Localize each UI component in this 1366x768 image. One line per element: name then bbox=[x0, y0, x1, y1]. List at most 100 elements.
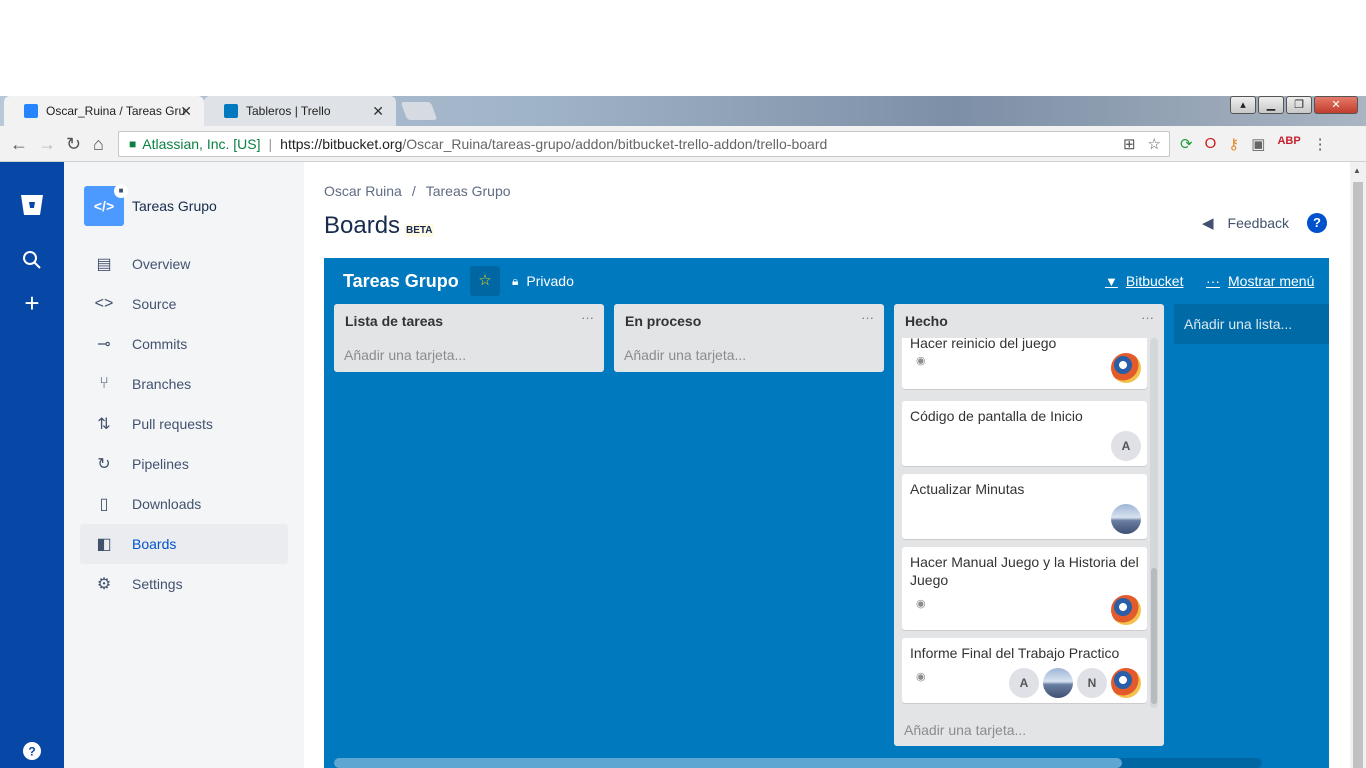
downloads-icon: ▯ bbox=[99, 496, 109, 513]
show-menu-link[interactable]: ··· Mostrar menú bbox=[1206, 273, 1314, 289]
member-avatar[interactable] bbox=[1043, 668, 1073, 698]
home-icon[interactable]: ⌂ bbox=[93, 134, 104, 155]
breadcrumb-owner[interactable]: Oscar Ruina bbox=[324, 183, 402, 199]
list-scrollbar-thumb[interactable] bbox=[1151, 568, 1157, 704]
back-arrow-icon[interactable]: ← bbox=[10, 134, 28, 155]
svg-text:?: ? bbox=[28, 745, 35, 759]
sidebar-item-label: Boards bbox=[132, 536, 177, 552]
card-codigo-pantalla[interactable]: Código de pantalla de Inicio A bbox=[902, 401, 1147, 466]
reload-icon[interactable]: ↻ bbox=[66, 134, 81, 155]
bitbucket-favicon-icon bbox=[24, 104, 38, 118]
search-icon[interactable] bbox=[0, 250, 64, 276]
boards-icon: ◧ bbox=[96, 536, 112, 553]
desktop-background bbox=[0, 0, 1366, 96]
adblock-icon[interactable]: ABP bbox=[1277, 135, 1300, 153]
close-tab-icon[interactable]: ✕ bbox=[180, 103, 192, 120]
breadcrumb-repo[interactable]: Tareas Grupo bbox=[426, 183, 511, 199]
bitbucket-icon: ▼ bbox=[1105, 273, 1118, 289]
list-menu-icon[interactable]: ··· bbox=[581, 310, 594, 325]
forward-arrow-icon[interactable]: → bbox=[38, 134, 56, 155]
help-button[interactable]: ? bbox=[1307, 213, 1327, 233]
sidebar-item-downloads[interactable]: ▯ Downloads bbox=[80, 484, 288, 524]
sidebar-item-settings[interactable]: ⚙ Settings bbox=[80, 564, 288, 604]
list-menu-icon[interactable]: ··· bbox=[1141, 310, 1154, 325]
browser-tab-bitbucket[interactable]: Oscar_Ruina / Tareas Grupo ✕ bbox=[4, 96, 204, 126]
member-avatar[interactable]: A bbox=[1009, 668, 1039, 698]
settings-icon: ⚙ bbox=[96, 576, 112, 593]
sidebar-item-commits[interactable]: ⊸ Commits bbox=[80, 324, 288, 364]
member-avatar[interactable]: A bbox=[1111, 431, 1141, 461]
card-container: Hacer reinicio del juego ◉ Código de pan… bbox=[894, 338, 1164, 712]
card-actualizar-minutas[interactable]: Actualizar Minutas bbox=[902, 474, 1147, 539]
add-card-button[interactable]: Añadir una tarjeta... bbox=[624, 347, 746, 363]
feedback-button[interactable]: ◀ Feedback bbox=[1202, 214, 1289, 232]
user-icon[interactable]: ▴ bbox=[1230, 96, 1256, 114]
shopping-bag-icon[interactable]: ▣ bbox=[1251, 135, 1265, 153]
member-avatar[interactable] bbox=[1111, 504, 1141, 534]
board-name[interactable]: Tareas Grupo bbox=[343, 271, 459, 292]
help-icon[interactable]: ? bbox=[0, 740, 64, 766]
page-scrollbar[interactable]: ▲ bbox=[1350, 162, 1366, 768]
member-avatar[interactable]: N bbox=[1077, 668, 1107, 698]
minimize-button[interactable]: ▁ bbox=[1258, 96, 1284, 114]
overview-icon: ▤ bbox=[96, 256, 112, 273]
browser-tab-trello[interactable]: Tableros | Trello ✕ bbox=[204, 96, 396, 126]
board-horizontal-scrollbar[interactable] bbox=[334, 758, 1262, 768]
member-avatar[interactable] bbox=[1111, 595, 1141, 625]
sidebar-item-boards[interactable]: ◧ Boards bbox=[80, 524, 288, 564]
key-icon[interactable]: ⚷ bbox=[1228, 135, 1239, 153]
pipelines-icon: ↻ bbox=[97, 456, 111, 473]
member-avatar[interactable] bbox=[1111, 353, 1141, 383]
trello-board: Tareas Grupo ☆ 🔒︎ Privado ▼ Bitbucket ··… bbox=[324, 258, 1329, 768]
address-bar[interactable]: ■ Atlassian, Inc. [US] | https://bitbuck… bbox=[118, 131, 1170, 157]
close-window-button[interactable]: ✕ bbox=[1314, 96, 1358, 114]
branches-icon: ⑂ bbox=[99, 375, 109, 392]
scrollbar-thumb[interactable] bbox=[1353, 182, 1363, 768]
list-title[interactable]: Hecho bbox=[905, 313, 948, 329]
card-hacer-reinicio[interactable]: Hacer reinicio del juego ◉ bbox=[902, 338, 1147, 389]
url-path: /Oscar_Ruina/tareas-grupo/addon/bitbucke… bbox=[402, 136, 828, 152]
visibility-button[interactable]: 🔒︎ Privado bbox=[512, 273, 574, 289]
more-dots-icon: ··· bbox=[1206, 273, 1220, 289]
star-icon[interactable]: ☆ bbox=[470, 266, 500, 296]
add-card-button[interactable]: Añadir una tarjeta... bbox=[344, 347, 466, 363]
sidebar-item-source[interactable]: <> Source bbox=[80, 284, 288, 324]
bookmark-star-icon[interactable]: ☆ bbox=[1148, 135, 1161, 153]
more-icon[interactable]: ⋮ bbox=[1313, 135, 1328, 153]
new-tab-button[interactable] bbox=[400, 102, 438, 120]
translate-icon[interactable]: ⊞ bbox=[1123, 135, 1136, 153]
global-nav: + ? bbox=[0, 162, 64, 768]
create-plus-icon[interactable]: + bbox=[0, 288, 64, 319]
omnibox-actions: ⊞ ☆ bbox=[1123, 135, 1161, 153]
bitbucket-logo-icon[interactable] bbox=[0, 194, 64, 222]
window-controls: ▴ ▁ ❐ ✕ bbox=[1230, 96, 1358, 114]
restore-button[interactable]: ❐ bbox=[1286, 96, 1312, 114]
list-title[interactable]: En proceso bbox=[625, 313, 701, 329]
add-card-button[interactable]: Añadir una tarjeta... bbox=[904, 722, 1026, 738]
list-menu-icon[interactable]: ··· bbox=[861, 310, 874, 325]
tab-title: Oscar_Ruina / Tareas Grupo bbox=[46, 104, 186, 118]
sidebar-item-label: Pull requests bbox=[132, 416, 213, 432]
list-title[interactable]: Lista de tareas bbox=[345, 313, 443, 329]
refresh-sync-icon[interactable]: ⟳ bbox=[1180, 135, 1193, 153]
repo-name[interactable]: Tareas Grupo bbox=[132, 198, 217, 214]
opera-icon[interactable]: O bbox=[1205, 135, 1217, 153]
repo-sidebar: </> ■ Tareas Grupo ▤ Overview <> Source … bbox=[64, 162, 304, 768]
add-list-button[interactable]: Añadir una lista... bbox=[1174, 304, 1329, 344]
sidebar-item-pull-requests[interactable]: ⇅ Pull requests bbox=[80, 404, 288, 444]
sidebar-item-overview[interactable]: ▤ Overview bbox=[80, 244, 288, 284]
tab-title: Tableros | Trello bbox=[246, 104, 331, 118]
board-scrollbar-thumb[interactable] bbox=[334, 758, 1122, 768]
url-host: https://bitbucket.org bbox=[280, 136, 403, 152]
sidebar-item-label: Pipelines bbox=[132, 456, 189, 472]
feedback-label: Feedback bbox=[1227, 215, 1290, 231]
sidebar-item-branches[interactable]: ⑂ Branches bbox=[80, 364, 288, 404]
bitbucket-link[interactable]: ▼ Bitbucket bbox=[1105, 273, 1183, 289]
card-informe-final[interactable]: Informe Final del Trabajo Practico ◉ A N bbox=[902, 638, 1147, 703]
card-hacer-manual[interactable]: Hacer Manual Juego y la Historia del Jue… bbox=[902, 547, 1147, 630]
list-scrollbar[interactable] bbox=[1150, 338, 1158, 708]
close-tab-icon[interactable]: ✕ bbox=[372, 103, 384, 120]
member-avatar[interactable] bbox=[1111, 668, 1141, 698]
sidebar-item-pipelines[interactable]: ↻ Pipelines bbox=[80, 444, 288, 484]
scroll-up-icon[interactable]: ▲ bbox=[1353, 166, 1361, 175]
